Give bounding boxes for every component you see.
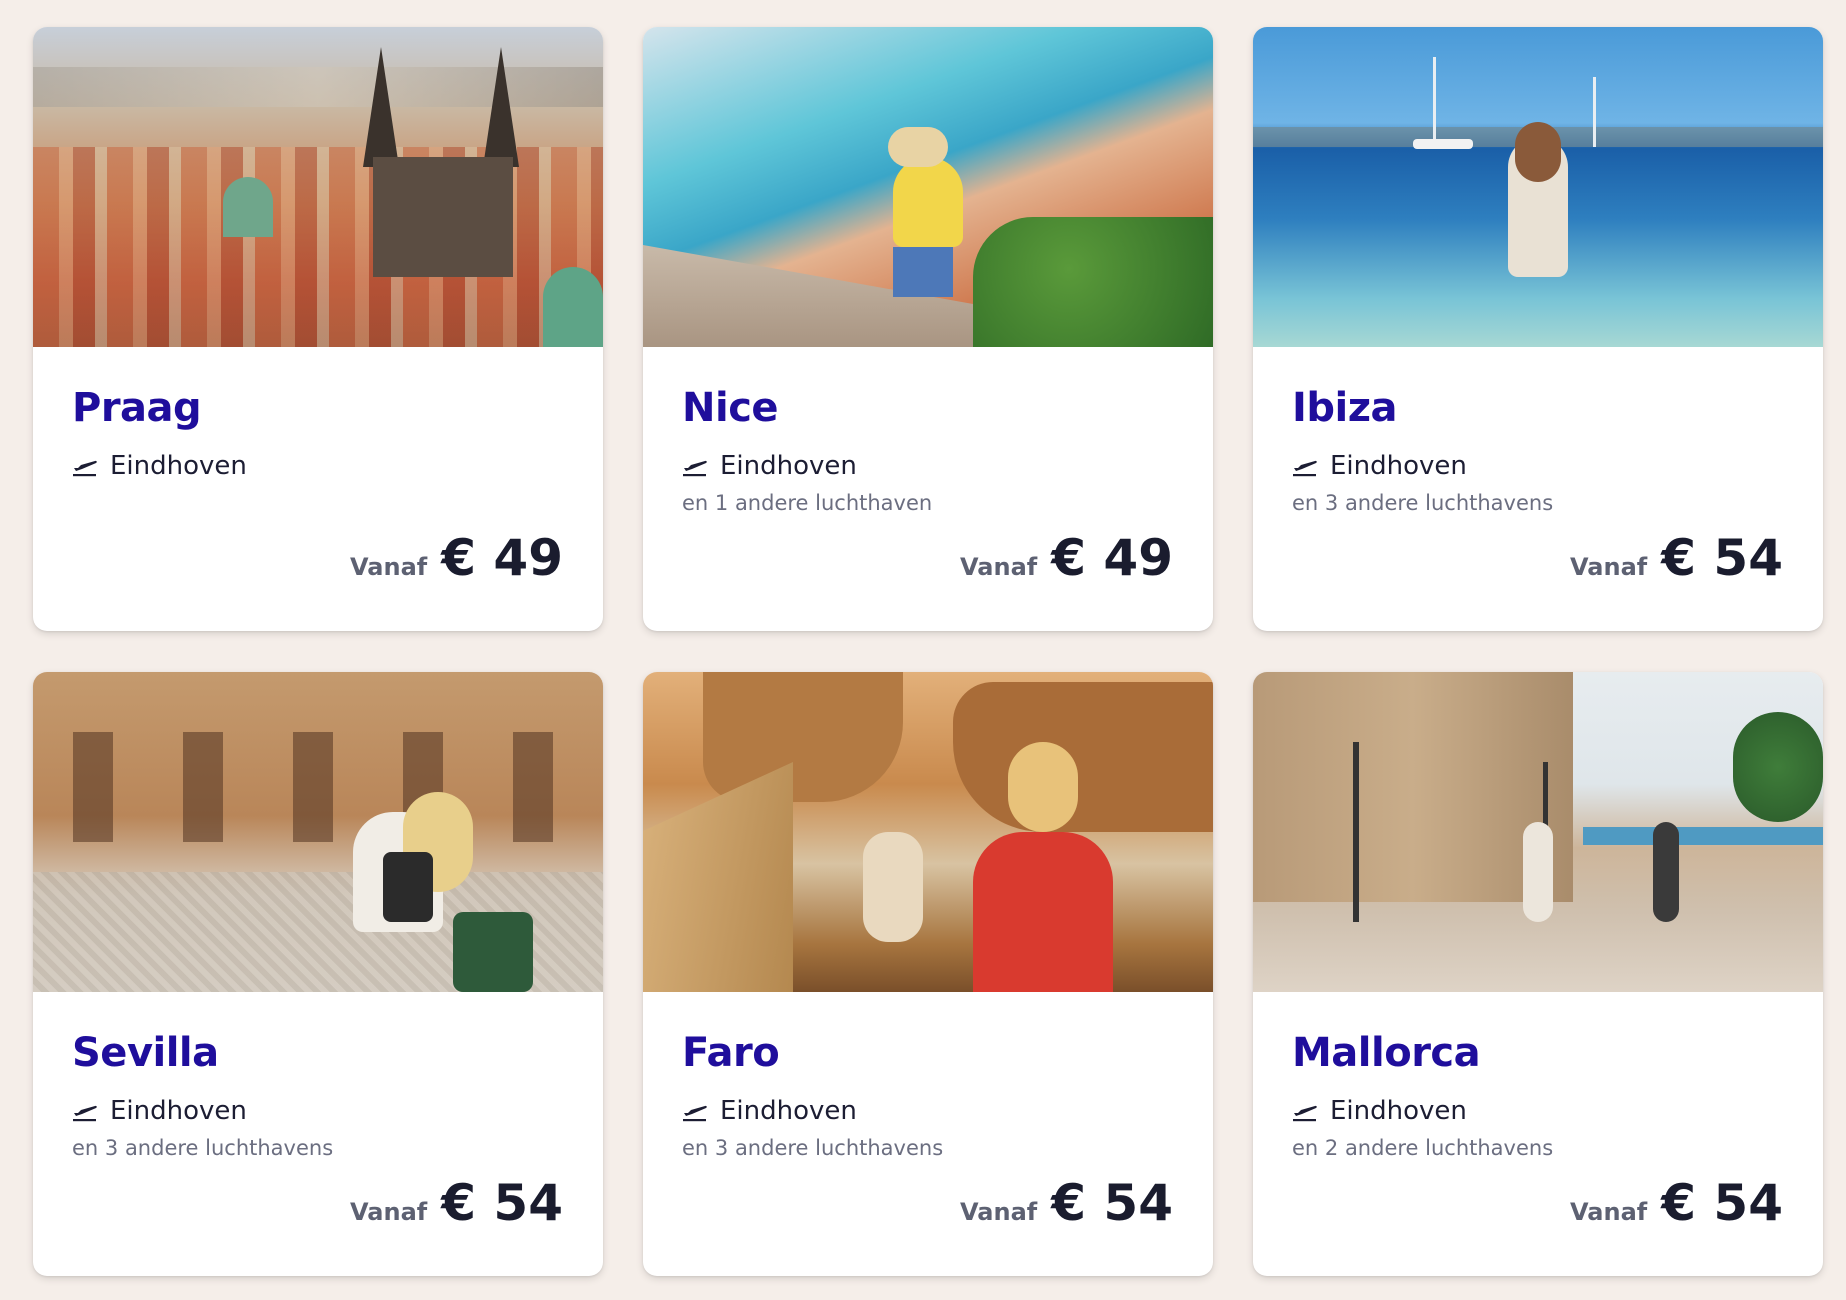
airport-name: Eindhoven	[720, 1096, 857, 1126]
price-block: Vanaf € 54	[1570, 1174, 1783, 1232]
airport-name: Eindhoven	[720, 451, 857, 481]
plane-departure-icon	[682, 455, 708, 477]
destination-card-faro[interactable]: Faro Eindhoven en 3 andere luchthavens V…	[643, 672, 1213, 1276]
price-amount: € 49	[441, 529, 563, 587]
from-label: Vanaf	[960, 1198, 1038, 1226]
destination-photo-praag	[33, 27, 603, 347]
destination-title: Ibiza	[1292, 385, 1398, 431]
price-amount: € 54	[1661, 529, 1783, 587]
plane-departure-icon	[1292, 455, 1318, 477]
other-airports: en 3 andere luchthavens	[72, 1136, 334, 1160]
from-label: Vanaf	[350, 553, 428, 581]
destination-card-sevilla[interactable]: Sevilla Eindhoven en 3 andere luchthaven…	[33, 672, 603, 1276]
departure-airport: Eindhoven	[72, 451, 247, 481]
airport-name: Eindhoven	[1330, 451, 1467, 481]
destination-card-mallorca[interactable]: Mallorca Eindhoven en 2 andere luchthave…	[1253, 672, 1823, 1276]
destination-card-praag[interactable]: Praag Eindhoven Vanaf € 49	[33, 27, 603, 631]
other-airports: en 1 andere luchthaven	[682, 491, 933, 515]
from-label: Vanaf	[1570, 1198, 1648, 1226]
price-block: Vanaf € 54	[960, 1174, 1173, 1232]
price-block: Vanaf € 54	[1570, 529, 1783, 587]
destination-title: Faro	[682, 1030, 780, 1076]
plane-departure-icon	[1292, 1100, 1318, 1122]
departure-airport: Eindhoven	[1292, 451, 1467, 481]
destination-photo-nice	[643, 27, 1213, 347]
destination-photo-sevilla	[33, 672, 603, 992]
price-amount: € 54	[1661, 1174, 1783, 1232]
departure-airport: Eindhoven	[682, 1096, 857, 1126]
price-block: Vanaf € 49	[960, 529, 1173, 587]
destination-photo-ibiza	[1253, 27, 1823, 347]
destination-title: Sevilla	[72, 1030, 219, 1076]
airport-name: Eindhoven	[110, 451, 247, 481]
destination-title: Nice	[682, 385, 779, 431]
plane-departure-icon	[72, 1100, 98, 1122]
price-amount: € 54	[441, 1174, 563, 1232]
other-airports: en 3 andere luchthavens	[682, 1136, 944, 1160]
destination-title: Praag	[72, 385, 202, 431]
destination-title: Mallorca	[1292, 1030, 1481, 1076]
price-block: Vanaf € 54	[350, 1174, 563, 1232]
destination-card-ibiza[interactable]: Ibiza Eindhoven en 3 andere luchthavens …	[1253, 27, 1823, 631]
departure-airport: Eindhoven	[1292, 1096, 1467, 1126]
other-airports: en 3 andere luchthavens	[1292, 491, 1554, 515]
price-amount: € 49	[1051, 529, 1173, 587]
from-label: Vanaf	[960, 553, 1038, 581]
destination-card-nice[interactable]: Nice Eindhoven en 1 andere luchthaven Va…	[643, 27, 1213, 631]
airport-name: Eindhoven	[1330, 1096, 1467, 1126]
plane-departure-icon	[682, 1100, 708, 1122]
plane-departure-icon	[72, 455, 98, 477]
airport-name: Eindhoven	[110, 1096, 247, 1126]
from-label: Vanaf	[350, 1198, 428, 1226]
other-airports: en 2 andere luchthavens	[1292, 1136, 1554, 1160]
price-block: Vanaf € 49	[350, 529, 563, 587]
destination-photo-mallorca	[1253, 672, 1823, 992]
departure-airport: Eindhoven	[682, 451, 857, 481]
departure-airport: Eindhoven	[72, 1096, 247, 1126]
destination-photo-faro	[643, 672, 1213, 992]
from-label: Vanaf	[1570, 553, 1648, 581]
price-amount: € 54	[1051, 1174, 1173, 1232]
destination-grid: Praag Eindhoven Vanaf € 49 Nice Eindhove…	[33, 27, 1823, 1276]
